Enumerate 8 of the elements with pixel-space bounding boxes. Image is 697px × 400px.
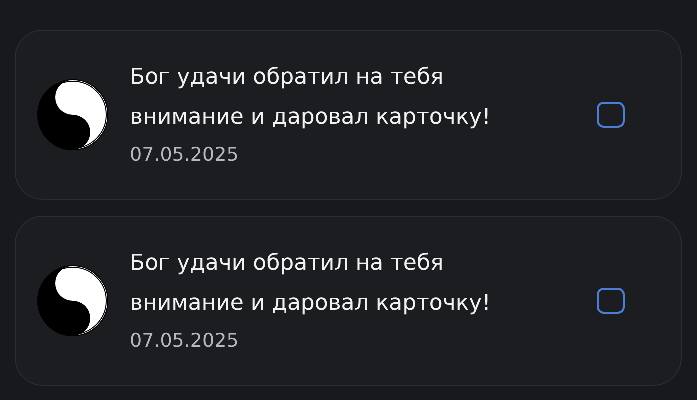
avatar-icon xyxy=(37,79,109,151)
notification-date: 07.05.2025 xyxy=(130,144,240,166)
checkbox[interactable] xyxy=(597,288,625,314)
notification-message: Бог удачи обратил на тебя внимание и даровал карточку! xyxy=(130,250,492,318)
checkbox[interactable] xyxy=(597,102,625,128)
notification-message: Бог удачи обратил на тебя внимание и даровал карточку! xyxy=(130,64,492,132)
notification-date: 07.05.2025 xyxy=(130,330,240,352)
avatar-icon xyxy=(37,265,109,337)
